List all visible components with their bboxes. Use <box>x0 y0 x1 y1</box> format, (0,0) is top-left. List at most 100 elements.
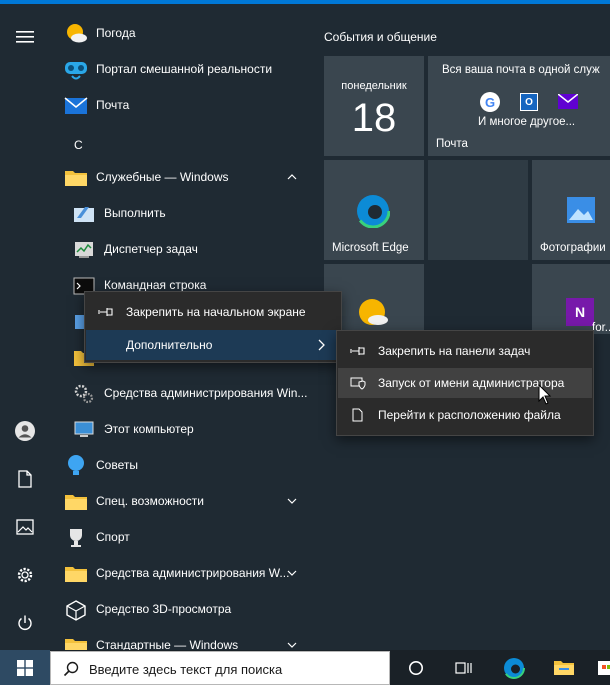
app-item-3d-viewer[interactable]: Средство 3D-просмотра <box>50 592 312 628</box>
app-label: Портал смешанной реальности <box>96 62 273 76</box>
menu-item-label: Закрепить на начальном экране <box>126 305 306 319</box>
start-rail <box>0 4 50 650</box>
menu-item-more[interactable]: Дополнительно <box>86 330 340 360</box>
admin-shield-icon <box>350 377 366 390</box>
mixed-reality-icon <box>64 58 88 82</box>
user-account-icon[interactable] <box>12 418 38 444</box>
app-label: Командная строка <box>104 278 207 292</box>
menu-item-label: Дополнительно <box>126 338 213 352</box>
menu-item-open-location[interactable]: Перейти к расположению файла <box>338 400 592 430</box>
tile-photos[interactable]: Фотографии <box>532 160 610 260</box>
menu-item-run-as-admin[interactable]: Запуск от имени администратора <box>338 368 592 398</box>
app-item-task-manager[interactable]: Диспетчер задач <box>50 232 312 268</box>
app-label: Почта <box>96 98 130 112</box>
taskbar-explorer-button[interactable] <box>550 655 578 681</box>
onenote-icon: N <box>566 298 594 326</box>
app-label: Этот компьютер <box>104 422 194 436</box>
app-item-admin-tools[interactable]: Средства администрирования Win... <box>50 376 312 412</box>
documents-icon[interactable] <box>12 466 38 492</box>
app-item-this-pc[interactable]: Этот компьютер <box>50 412 312 448</box>
pin-icon <box>350 347 365 355</box>
tile-onenote[interactable]: N for... <box>532 264 610 334</box>
pictures-icon[interactable] <box>12 514 38 540</box>
app-label: Выполнить <box>104 206 166 220</box>
app-label: Спорт <box>96 530 130 544</box>
sport-icon <box>64 526 88 550</box>
taskbar-search-box[interactable]: Введите здесь текст для поиска <box>50 651 390 685</box>
menu-item-label: Закрепить на панели задач <box>378 344 531 358</box>
3d-viewer-icon <box>64 598 88 622</box>
photos-icon <box>566 196 596 227</box>
app-item-tips[interactable]: Советы <box>50 448 312 484</box>
chevron-down-icon <box>287 498 297 504</box>
folder-icon <box>64 562 88 586</box>
tile-mail[interactable]: Вся ваша почта в одной служ G O И многое… <box>428 56 610 156</box>
windows-logo-icon <box>17 659 33 676</box>
google-icon: G <box>480 92 500 112</box>
folder-icon <box>64 490 88 514</box>
chevron-down-icon <box>287 570 297 576</box>
app-folder-admin-tools[interactable]: Средства администрирования W... <box>50 556 312 592</box>
calendar-day: понедельник <box>341 80 407 92</box>
app-item-sport[interactable]: Спорт <box>50 520 312 556</box>
mail-headline: Вся ваша почта в одной служ <box>442 64 600 76</box>
settings-gear-icon[interactable] <box>12 562 38 588</box>
app-label: Средства администрирования Win... <box>104 386 308 400</box>
tile-calendar[interactable]: понедельник 18 <box>324 56 424 156</box>
search-placeholder: Введите здесь текст для поиска <box>89 662 283 677</box>
start-button[interactable] <box>0 650 50 685</box>
letter-header[interactable]: С <box>74 138 83 152</box>
menu-item-label: Запуск от имени администратора <box>378 376 565 390</box>
folder-icon <box>64 634 88 650</box>
tile-group-title: События и общение <box>324 30 437 44</box>
file-location-icon <box>352 408 363 422</box>
pin-icon <box>98 308 113 316</box>
app-item-run[interactable]: Выполнить <box>50 196 312 232</box>
tile-edge[interactable]: Microsoft Edge <box>324 160 424 260</box>
taskbar-edge-button[interactable] <box>500 655 528 681</box>
menu-item-label: Перейти к расположению файла <box>378 408 561 422</box>
tile-label: Microsoft Edge <box>332 242 409 254</box>
mouse-cursor-icon <box>538 384 552 405</box>
app-label: Служебные — Windows <box>96 170 229 184</box>
store-icon <box>598 661 610 675</box>
menu-item-pin-start[interactable]: Закрепить на начальном экране <box>86 297 340 327</box>
tile-empty[interactable] <box>428 160 528 260</box>
app-item-mail[interactable]: Почта <box>50 88 312 124</box>
search-icon <box>63 661 79 677</box>
tile-label: Фотографии <box>540 242 606 254</box>
context-submenu: Закрепить на панели задач Запуск от имен… <box>336 330 594 436</box>
app-folder-accessibility[interactable]: Спец. возможности <box>50 484 312 520</box>
tile-label: Почта <box>436 138 468 150</box>
computer-icon <box>72 418 96 442</box>
app-folder-windows-tools[interactable]: Служебные — Windows <box>50 160 312 196</box>
admin-tools-icon <box>72 382 96 406</box>
cortana-icon <box>409 661 423 675</box>
app-label: Погода <box>96 26 136 40</box>
app-folder-accessories[interactable]: Стандартные — Windows <box>50 628 312 650</box>
app-item-weather[interactable]: Погода <box>50 16 312 52</box>
run-icon <box>72 202 96 226</box>
weather-icon <box>64 22 88 46</box>
taskbar-store-button[interactable] <box>596 655 610 681</box>
calendar-date: 18 <box>351 96 397 140</box>
edge-icon <box>503 657 525 679</box>
power-icon[interactable] <box>12 610 38 636</box>
yahoo-mail-icon <box>557 93 579 112</box>
folder-icon <box>64 166 88 190</box>
menu-item-pin-taskbar[interactable]: Закрепить на панели задач <box>338 336 592 366</box>
app-label: Спец. возможности <box>96 494 204 508</box>
cortana-button[interactable] <box>404 657 428 679</box>
file-explorer-icon <box>554 661 574 675</box>
app-item-mixed-reality[interactable]: Портал смешанной реальности <box>50 52 312 88</box>
task-view-button[interactable] <box>452 657 476 679</box>
app-label: Средства администрирования W... <box>96 566 290 580</box>
outlook-icon: O <box>520 93 538 111</box>
task-view-icon <box>455 662 472 674</box>
edge-icon <box>355 193 391 231</box>
hamburger-menu-icon[interactable] <box>12 24 38 50</box>
context-menu: Закрепить на начальном экране Дополнител… <box>84 291 342 363</box>
mail-icon <box>64 94 88 118</box>
task-manager-icon <box>72 238 96 262</box>
tile-label: for... <box>592 322 610 334</box>
